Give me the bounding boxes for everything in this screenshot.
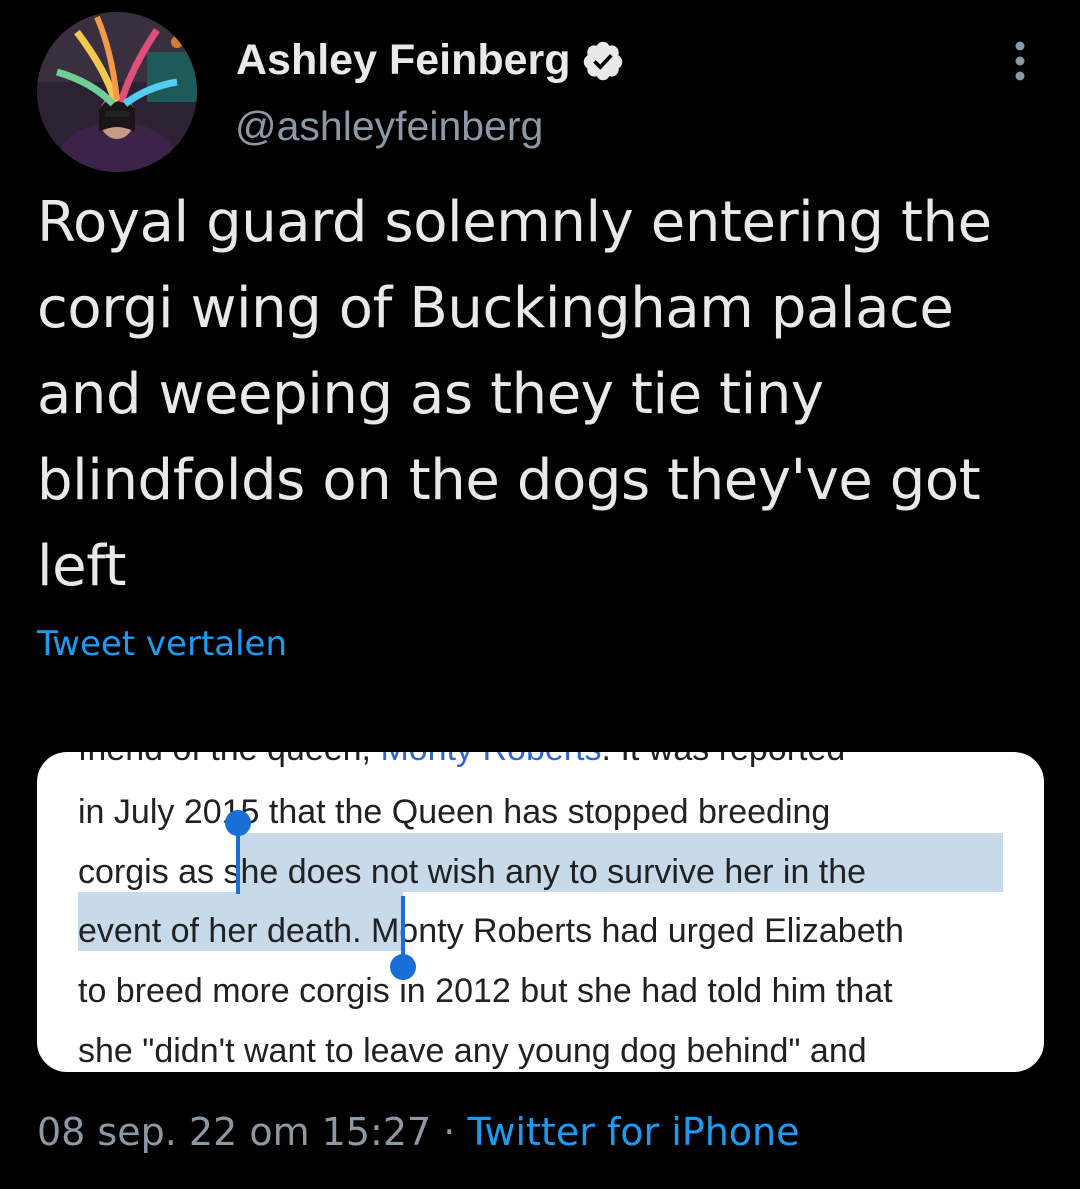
doc-line: event of her death. Monty Roberts had ur… [78,912,904,950]
verified-badge-icon [583,41,622,80]
author-name[interactable]: Ashley Feinberg [236,36,571,85]
footer-separator: · [443,1110,456,1154]
doc-line: to breed more corgis in 2012 but she had… [78,972,893,1010]
more-vertical-icon[interactable] [1008,40,1032,84]
tweet-footer: 08 sep. 22 om 15:27 · Twitter for iPhone [37,1110,800,1154]
tweet-text: Royal guard solemnly entering the corgi … [37,190,992,599]
avatar-image [37,12,197,172]
tweet-timestamp[interactable]: 08 sep. 22 om 15:27 [37,1110,431,1154]
translate-tweet-link[interactable]: Tweet vertalen [37,624,287,664]
tweet-client-link[interactable]: Twitter for iPhone [467,1110,799,1154]
doc-line: she "didn't want to leave any young dog … [78,1032,867,1070]
tweet-media-image[interactable]: friend of the queen, Monty Roberts. It w… [37,752,1044,1072]
doc-link-monty-roberts: Monty Roberts [380,752,601,768]
author-name-row[interactable]: Ashley Feinberg [236,36,625,85]
author-avatar[interactable] [37,12,197,172]
doc-line: in July 2015 that the Queen has stopped … [78,793,831,831]
doc-line: corgis as she does not wish any to survi… [78,853,867,891]
selection-end-handle[interactable] [390,954,416,980]
doc-line-clipped: friend of the queen, Monty Roberts. It w… [78,752,845,769]
author-handle[interactable]: @ashleyfeinberg [235,103,543,150]
selection-start-handle[interactable] [225,810,251,836]
